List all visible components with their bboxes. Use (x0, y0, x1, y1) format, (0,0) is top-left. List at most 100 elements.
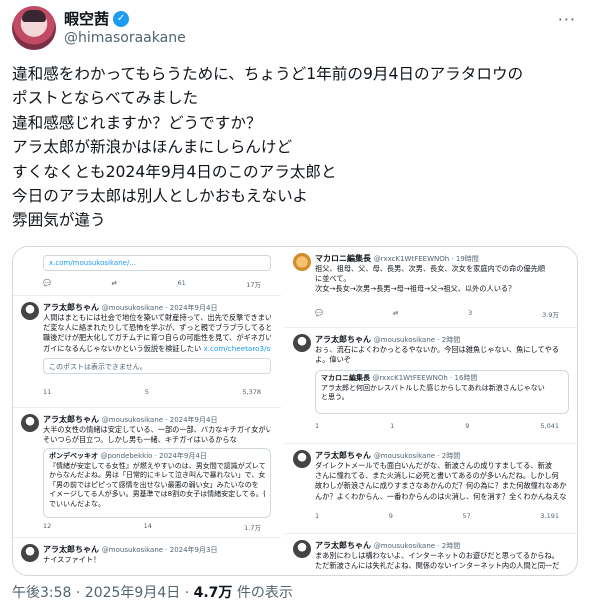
link-text: x.com/mousukosikane/... (49, 259, 136, 267)
attached-image[interactable]: x.com/mousukosikane/... 💬 ⇄ 61 17万 アラ太郎ち… (12, 246, 578, 576)
handle[interactable]: @himasoraakane (64, 30, 186, 46)
retweet-count: 14 (143, 522, 152, 530)
quote-author-handle: @pondebekkio · 2024年9月4日 (100, 452, 207, 460)
view-count: 3,191 (540, 512, 559, 520)
quoted-post: ボンデベッキオ @pondebekkio · 2024年9月4日 『情緒が安定し… (43, 448, 271, 518)
post-line: んか？よくわからん、一番わからんのは火消し、何を消す？全くわかんねえな (315, 491, 567, 501)
author-name: アラ太郎ちゃん (43, 415, 99, 424)
post-author: アラ太郎ちゃん @mousukosikane · 2024年9月3日 (43, 544, 217, 555)
quote-line: アラ太郎と何回かレスバトルした感じからしてあれは新浪さんじゃない (321, 383, 545, 392)
author-handle: @mousukosikane · 2024年9月4日 (101, 416, 218, 424)
post-author: アラ太郎ちゃん @mousukosikane · 2024年9月4日 (43, 302, 217, 313)
like-count: 57 (462, 512, 471, 520)
view-count: 5,041 (540, 422, 559, 430)
embedded-post: x.com/mousukosikane/... 💬 ⇄ 61 17万 (13, 247, 281, 295)
quote-line: でいいんだよな。 (49, 499, 105, 508)
post-line: 祖父、祖母、父、母、長男、次男、長女、次女を家庭内での命の優先順 (315, 264, 546, 273)
post-text: 大半の女性の情緒は安定している、一部の一部、バカなキチガイ女がいる。 そいつらが… (43, 425, 271, 445)
author-name: マカロニ編集長 (315, 254, 371, 263)
post-actions: 💬 ⇄ 3 3.9万 (315, 309, 559, 319)
post-text: 人間はまともには社会で地位を築いて財産持って、出先で反撃できまいと踏ん だ変な人… (43, 313, 271, 354)
post-actions: 💬 ⇄ 61 17万 (43, 279, 261, 289)
post-line: そいつらが目立つ。しかし男も一緒、キチガイはいるからな (43, 435, 237, 445)
reply-count: 1 (315, 512, 320, 520)
tweet-line: 違和感感じれますか？どうですか？ (12, 113, 262, 132)
quote-author-handle: @rxxcK1WtFEEWNOh · 16時間 (372, 374, 478, 382)
embedded-post: アラ太郎ちゃん @mousukosikane · 2024年9月3日 ナイスファ… (13, 537, 281, 575)
post-line: おぅ、流石によくわかっとるやないか。今回は雑魚じゃない、魚にしてやる (315, 345, 560, 354)
retweet-count: 9 (388, 512, 393, 520)
avatar (21, 544, 39, 562)
post-text: 祖父、祖母、父、母、長男、次男、長女、次女を家庭内での命の優先順 に並べて。 次… (315, 264, 569, 295)
view-count: 1.7万 (244, 524, 261, 532)
reply-count: 11 (43, 388, 52, 396)
post-line: ただ新波さんには失礼だよね、関係のないインターネット内の人間と同一だ (315, 561, 560, 571)
quote-author: ボンデベッキオ @pondebekkio · 2024年9月4日 (49, 452, 265, 462)
post-author: アラ太郎ちゃん @mousukosikane · 2時間 (315, 450, 460, 461)
author-name: アラ太郎ちゃん (315, 451, 371, 460)
quote-text: 『情緒が安定してる女性』が燃えやすいのは、男女間で認識がズレてる からなんだよね… (49, 462, 265, 510)
avatar (293, 450, 311, 468)
reply-count: 12 (43, 522, 52, 530)
post-actions: 11 5 5,378 (43, 388, 261, 396)
screenshot-left[interactable]: x.com/mousukosikane/... 💬 ⇄ 61 17万 アラ太郎ち… (13, 247, 283, 575)
author-handle: @mousukosikane · 2時間 (373, 452, 461, 460)
post-line: さんに憧れてる、また火消しに必死と書いてあるのが多いんだね。しかし何 (315, 471, 559, 481)
avatar (293, 334, 311, 352)
reply-count: 💬 (43, 279, 52, 287)
post-author: アラ太郎ちゃん @mousukosikane · 2時間 (315, 540, 460, 551)
avatar (293, 253, 311, 271)
post-author: アラ太郎ちゃん @mousukosikane · 2時間 (315, 334, 460, 345)
embedded-post: アラ太郎ちゃん @mousukosikane · 2時間 ダイレクトメールでも面… (285, 443, 577, 529)
author-handle: @mousukosikane · 2024年9月4日 (101, 304, 218, 312)
tweet-meta: 午後3:58 · 2025年9月4日 · 4.7万 件の表示 (12, 582, 293, 602)
display-name-text[interactable]: 暇空茜 (64, 8, 109, 29)
post-line: まあ別にわしは構わないよ、インターネットのお遊びだと思ってるからね。 (315, 551, 559, 560)
post-line: 職後だけが肥大化してガチムチに育つ自らの可能性を見て、がギネガいチキ (43, 333, 271, 343)
author-handle: @mousukosikane · 2時間 (373, 336, 461, 344)
avatar (21, 414, 39, 432)
embedded-post: アラ太郎ちゃん @mousukosikane · 2024年9月4日 人間はまと… (13, 295, 281, 407)
tweet-line: ポストとならべてみました (12, 89, 199, 108)
post-line: 人間はまともには社会で地位を築いて財産持って、出先で反撃できまいと踏ん (43, 313, 271, 322)
post-line: 次女→長女→次男→長男→母→祖母→父→祖父、以外の人いる？ (315, 284, 516, 294)
quote-line: と思う。 (321, 393, 349, 402)
post-line: ガイになるんじゃないかという仮説を検証したい x.com/cheetaro3/s… (43, 344, 271, 354)
post-author: アラ太郎ちゃん @mousukosikane · 2024年9月4日 (43, 414, 217, 425)
quote-author-name: ボンデベッキオ (49, 452, 98, 460)
post-line: ダイレクトメールでも面白いんだがな、新波さんの成りすましてる、新波 (315, 461, 552, 470)
like-count: 3 (468, 309, 473, 317)
post-text: ダイレクトメールでも面白いんだがな、新波さんの成りすましてる、新波 さんに憧れて… (315, 461, 569, 502)
author-handle: @rxxcK1WtFEEWNOh · 19時間 (373, 255, 479, 263)
retweet-count: ⇄ (392, 309, 399, 317)
quote-author: マカロニ編集長 @rxxcK1WtFEEWNOh · 16時間 (321, 374, 563, 384)
more-options-icon[interactable]: ··· (558, 10, 576, 29)
post-line: に並べて。 (315, 274, 351, 284)
quote-line: からなんだよね。男は「日常的にキレて泣き叫んで暴れない」で、女は (49, 471, 265, 480)
quoted-post: マカロニ編集長 @rxxcK1WtFEEWNOh · 16時間 アラ太郎と何回か… (315, 370, 569, 414)
post-line-text: ガイになるんじゃないかという仮説を検証したい (43, 343, 202, 353)
quote-text: アラ太郎と何回かレスバトルした感じからしてあれは新浪さんじゃない と思う。 (321, 384, 563, 403)
unavailable-post: このポストは表示できません。 (43, 358, 271, 374)
reply-count: 💬 (315, 309, 324, 317)
avatar[interactable] (12, 6, 56, 50)
tweet-line: すくなくとも2024年9月4日のこのアラ太郎と (12, 162, 337, 181)
post-author: マカロニ編集長 @rxxcK1WtFEEWNOh · 19時間 (315, 253, 479, 264)
post-line: 故わしが新浪さんに成りすまさなあかんのだ？何の為に？また何故憧れなあか (315, 481, 567, 491)
display-name[interactable]: 暇空茜 ✓ (64, 8, 130, 29)
screenshot-right[interactable]: マカロニ編集長 @rxxcK1WtFEEWNOh · 19時間 祖父、祖母、父、… (285, 247, 577, 575)
tweet-line: アラ太郎が新浪かはほんまにしらんけど (12, 138, 293, 157)
embedded-post: アラ太郎ちゃん @mousukosikane · 2時間 おぅ、流石によくわかっ… (285, 327, 577, 437)
tweet-line: 違和感をわかってもらうために、ちょうど1年前の9月4日のアラタロウの (12, 65, 524, 83)
timestamp[interactable]: 午後3:58 · 2025年9月4日 · (12, 585, 194, 601)
view-count: 4.7万 (193, 585, 233, 601)
post-text: まあ別にわしは構わないよ、インターネットのお遊びだと思ってるからね。 ただ新波さ… (315, 551, 569, 571)
view-count: 17万 (246, 281, 261, 289)
author-name: アラ太郎ちゃん (315, 335, 371, 344)
retweet-count: 1 (390, 422, 395, 430)
like-count: 61 (177, 279, 186, 287)
embedded-post: アラ太郎ちゃん @mousukosikane · 2024年9月4日 大半の女性… (13, 407, 281, 537)
embedded-post: マカロニ編集長 @rxxcK1WtFEEWNOh · 19時間 祖父、祖母、父、… (285, 247, 577, 323)
tweet-text: 違和感をわかってもらうために、ちょうど1年前の9月4日のアラタロウの ポストとな… (12, 62, 578, 233)
like-count: 9 (465, 422, 470, 430)
